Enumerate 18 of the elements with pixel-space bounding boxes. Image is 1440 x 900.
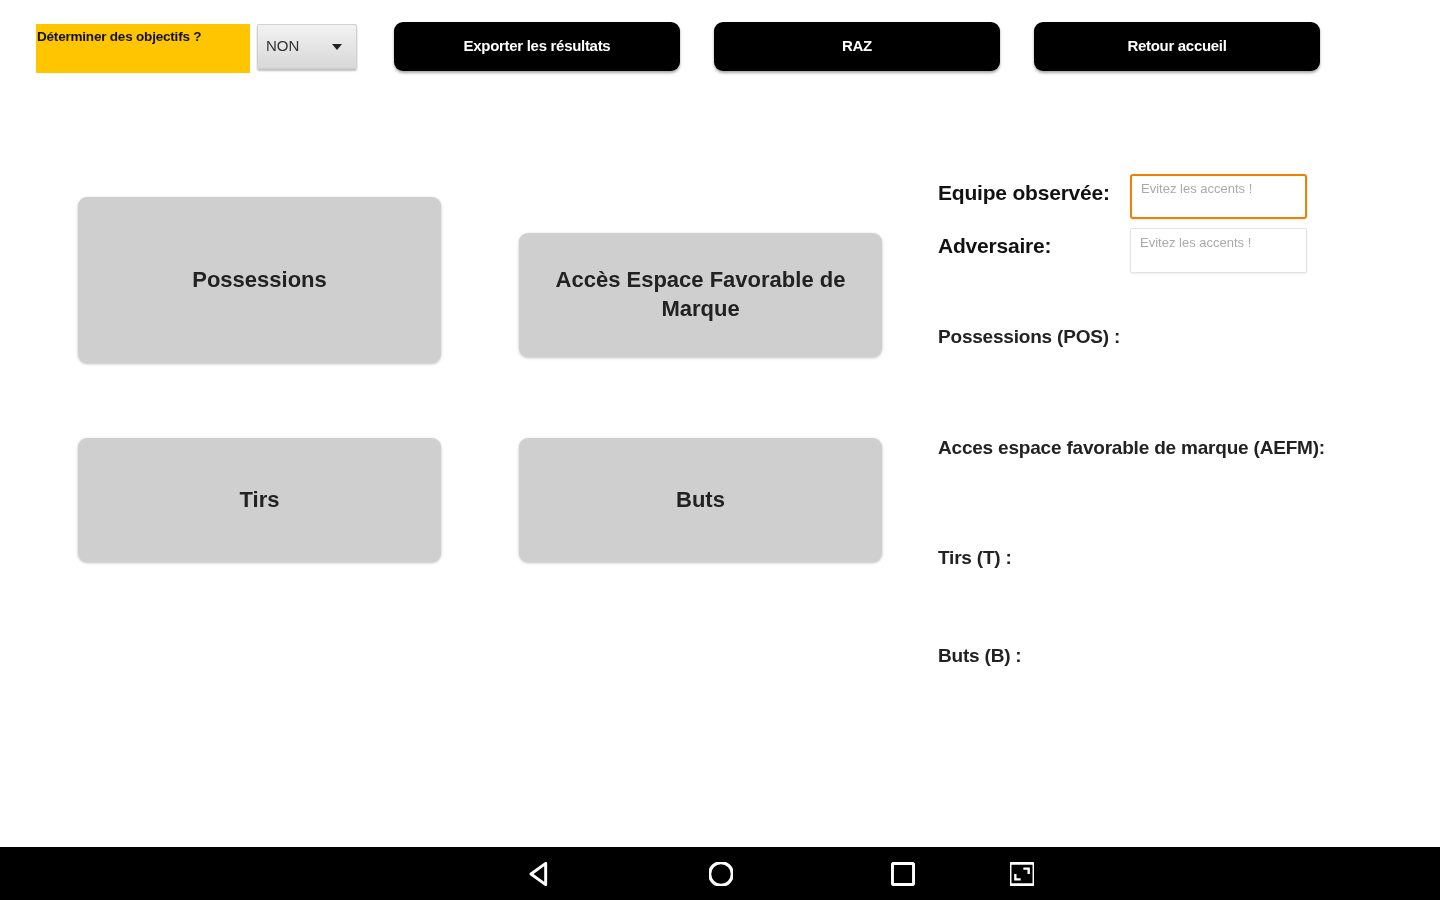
action-button[interactable]: Exporter les résultats <box>394 22 680 71</box>
action-button[interactable]: Retour accueil <box>1034 22 1320 71</box>
counter-button[interactable]: Buts <box>519 438 882 562</box>
team-label: Adversaire: <box>938 233 1053 259</box>
stat-label: Buts (B) : <box>938 643 1022 668</box>
counter-button[interactable]: Tirs <box>78 438 441 562</box>
stat-label: Acces espace favorable de marque (AEFM): <box>938 435 1325 460</box>
stat-label: Tirs (T) : <box>938 546 1012 570</box>
objectives-label: Déterminer des objectifs ? <box>36 24 250 73</box>
caret-down-icon <box>332 43 342 50</box>
counter-button[interactable]: Possessions <box>78 197 441 363</box>
objectives-dropdown[interactable]: NON <box>257 24 357 69</box>
counter-button[interactable]: Accès Espace Favorable de Marque <box>519 233 882 357</box>
action-button[interactable]: RAZ <box>714 22 1000 71</box>
stat-label: Possessions (POS) : <box>938 325 1121 349</box>
team-input-field[interactable]: Evitez les accents ! <box>1130 174 1307 219</box>
resize-window-icon[interactable] <box>1009 861 1034 886</box>
team-label: Equipe observée: <box>938 180 1111 206</box>
